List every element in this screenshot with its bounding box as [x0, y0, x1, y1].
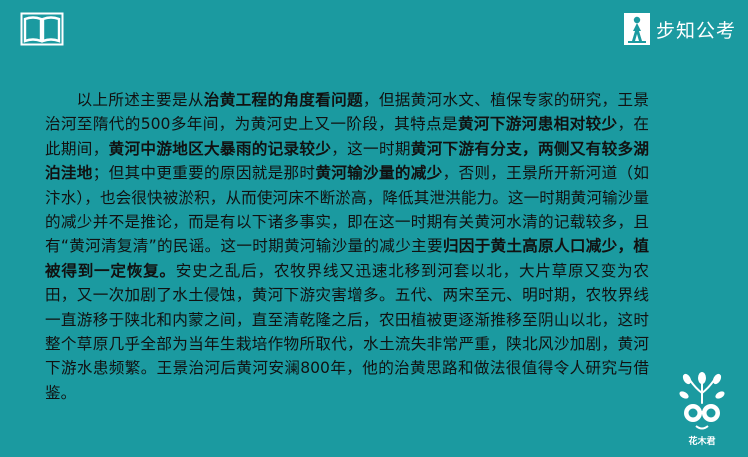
mascot: 花木君 — [674, 371, 730, 447]
body-paragraph: 以上所述主要是从治黄工程的角度看问题，但据黄河水文、植保专家的研究，王景治河至隋… — [45, 88, 649, 405]
brand-name: 步知公考 — [655, 19, 736, 42]
text-segment: 安史之乱后，农牧界线又迅速北移到河套以北，大片草原又变为农田，又一次加剧了水土侵… — [45, 261, 649, 402]
brand: 步知公考 — [623, 12, 736, 46]
mascot-icon — [679, 372, 725, 430]
text-segment: ，这一时期 — [331, 139, 411, 158]
emphasis-segment: 黄河中游地区大暴雨的记录较少 — [108, 139, 332, 158]
emphasis-segment: 黄河输沙量的减少 — [315, 164, 443, 183]
text-segment: 以上所述主要是从 — [76, 91, 204, 109]
book-icon — [20, 12, 64, 46]
text-segment: ；但其中更重要的原因就是那时 — [92, 164, 316, 183]
emphasis-segment: 黄河下游河患相对较少 — [457, 115, 618, 134]
mascot-label: 花木君 — [688, 437, 716, 447]
emphasis-segment: 治黄工程的角度看问题 — [203, 91, 363, 109]
brand-logo-icon — [623, 13, 650, 45]
